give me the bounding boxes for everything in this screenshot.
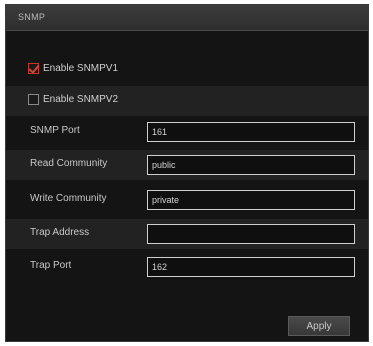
- trap-address-input[interactable]: [147, 224, 355, 244]
- trap-port-row: Trap Port: [6, 252, 368, 282]
- write-community-label: Write Community: [30, 193, 107, 204]
- trap-port-input[interactable]: [147, 257, 355, 277]
- write-community-input[interactable]: [147, 190, 355, 210]
- enable-snmpv2-label[interactable]: Enable SNMPV2: [43, 94, 118, 105]
- apply-button[interactable]: Apply: [288, 316, 350, 336]
- snmp-port-input[interactable]: [147, 122, 355, 142]
- trap-port-label: Trap Port: [30, 260, 72, 271]
- write-community-row: Write Community: [6, 185, 368, 215]
- snmpv1-row[interactable]: Enable SNMPV1: [6, 55, 368, 85]
- panel-title: SNMP: [18, 12, 46, 22]
- enable-snmpv1-checkbox[interactable]: [28, 62, 40, 74]
- trap-address-label: Trap Address: [30, 227, 90, 238]
- read-community-input[interactable]: [147, 155, 355, 175]
- read-community-row: Read Community: [6, 150, 368, 180]
- snmp-settings-panel: SNMP Enable SNMPV1 Enable SNMPV2 SNMP Po…: [5, 4, 369, 342]
- checkmark-icon: [28, 62, 40, 74]
- trap-address-row: Trap Address: [6, 219, 368, 249]
- enable-snmpv1-label[interactable]: Enable SNMPV1: [43, 63, 118, 74]
- snmp-port-row: SNMP Port: [6, 117, 368, 147]
- enable-snmpv2-checkbox[interactable]: [28, 94, 39, 105]
- read-community-label: Read Community: [30, 158, 108, 169]
- snmpv2-row[interactable]: Enable SNMPV2: [6, 86, 368, 116]
- snmp-port-label: SNMP Port: [30, 125, 80, 136]
- panel-header: SNMP: [6, 5, 368, 31]
